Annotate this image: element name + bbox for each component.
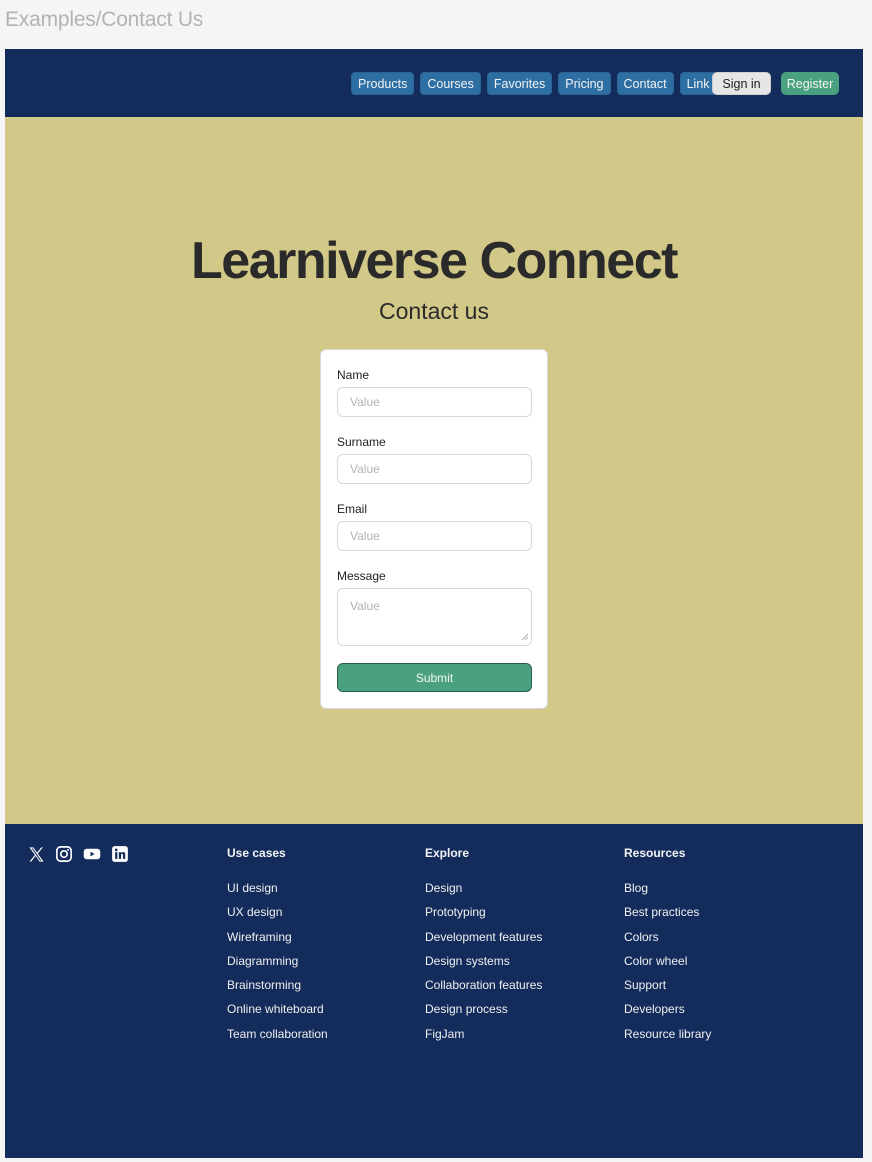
footer-link[interactable]: Best practices <box>624 905 711 929</box>
surname-label: Surname <box>337 435 386 449</box>
footer-link[interactable]: Support <box>624 978 711 1002</box>
social-links <box>27 845 129 863</box>
youtube-icon[interactable] <box>83 845 101 863</box>
footer-heading: Resources <box>624 846 686 860</box>
nav-item-link[interactable]: Link <box>679 72 717 95</box>
nav-bar: Products Courses Favorites Pricing Conta… <box>351 72 717 95</box>
x-icon[interactable] <box>27 845 45 863</box>
nav-item-courses[interactable]: Courses <box>420 72 481 95</box>
nav-item-pricing[interactable]: Pricing <box>558 72 611 95</box>
email-label: Email <box>337 502 368 516</box>
footer-link[interactable]: Design <box>425 881 542 905</box>
footer-link[interactable]: UI design <box>227 881 328 905</box>
message-textarea[interactable] <box>337 588 532 646</box>
nav-item-contact[interactable]: Contact <box>616 72 674 95</box>
message-label: Message <box>337 569 386 583</box>
submit-button[interactable]: Submit <box>337 663 532 692</box>
footer-link[interactable]: Prototyping <box>425 905 542 929</box>
footer: Use cases UI design UX design Wireframin… <box>5 824 863 1158</box>
footer-link[interactable]: Diagramming <box>227 954 328 978</box>
footer-link[interactable]: Wireframing <box>227 930 328 954</box>
footer-link[interactable]: Team collaboration <box>227 1027 328 1051</box>
sign-in-button[interactable]: Sign in <box>712 72 771 95</box>
header: Products Courses Favorites Pricing Conta… <box>5 49 863 117</box>
name-input[interactable] <box>337 387 532 417</box>
nav-item-favorites[interactable]: Favorites <box>486 72 553 95</box>
footer-column-use-cases: Use cases UI design UX design Wireframin… <box>227 846 328 1051</box>
footer-heading: Use cases <box>227 846 286 860</box>
footer-link[interactable]: Resource library <box>624 1027 711 1051</box>
register-button[interactable]: Register <box>781 72 839 95</box>
footer-link[interactable]: Development features <box>425 930 542 954</box>
instagram-icon[interactable] <box>55 845 73 863</box>
hero-title: Learniverse Connect <box>191 232 678 290</box>
footer-link[interactable]: UX design <box>227 905 328 929</box>
footer-link[interactable]: Brainstorming <box>227 978 328 1002</box>
footer-link[interactable]: Blog <box>624 881 711 905</box>
contact-form: Name Surname Email Message Submit <box>320 349 548 709</box>
resize-handle-icon[interactable] <box>521 633 528 640</box>
footer-column-explore: Explore Design Prototyping Development f… <box>425 846 542 1051</box>
footer-heading: Explore <box>425 846 470 860</box>
hero-subtitle: Contact us <box>379 298 489 324</box>
name-label: Name <box>337 368 370 382</box>
footer-link[interactable]: Design systems <box>425 954 542 978</box>
nav-item-products[interactable]: Products <box>351 72 415 95</box>
surname-input[interactable] <box>337 454 532 484</box>
page-frame: Products Courses Favorites Pricing Conta… <box>5 49 863 1158</box>
linkedin-icon[interactable] <box>111 845 129 863</box>
footer-link[interactable]: Design process <box>425 1002 542 1026</box>
footer-link[interactable]: Developers <box>624 1002 711 1026</box>
auth-buttons: Sign in Register <box>712 72 839 95</box>
frame-title: Examples/Contact Us <box>5 8 204 31</box>
email-input[interactable] <box>337 521 532 551</box>
footer-link[interactable]: Color wheel <box>624 954 711 978</box>
footer-link[interactable]: Colors <box>624 930 711 954</box>
footer-link[interactable]: Collaboration features <box>425 978 542 1002</box>
footer-link[interactable]: Online whiteboard <box>227 1002 328 1026</box>
footer-link[interactable]: FigJam <box>425 1027 542 1051</box>
footer-column-resources: Resources Blog Best practices Colors Col… <box>624 846 711 1051</box>
